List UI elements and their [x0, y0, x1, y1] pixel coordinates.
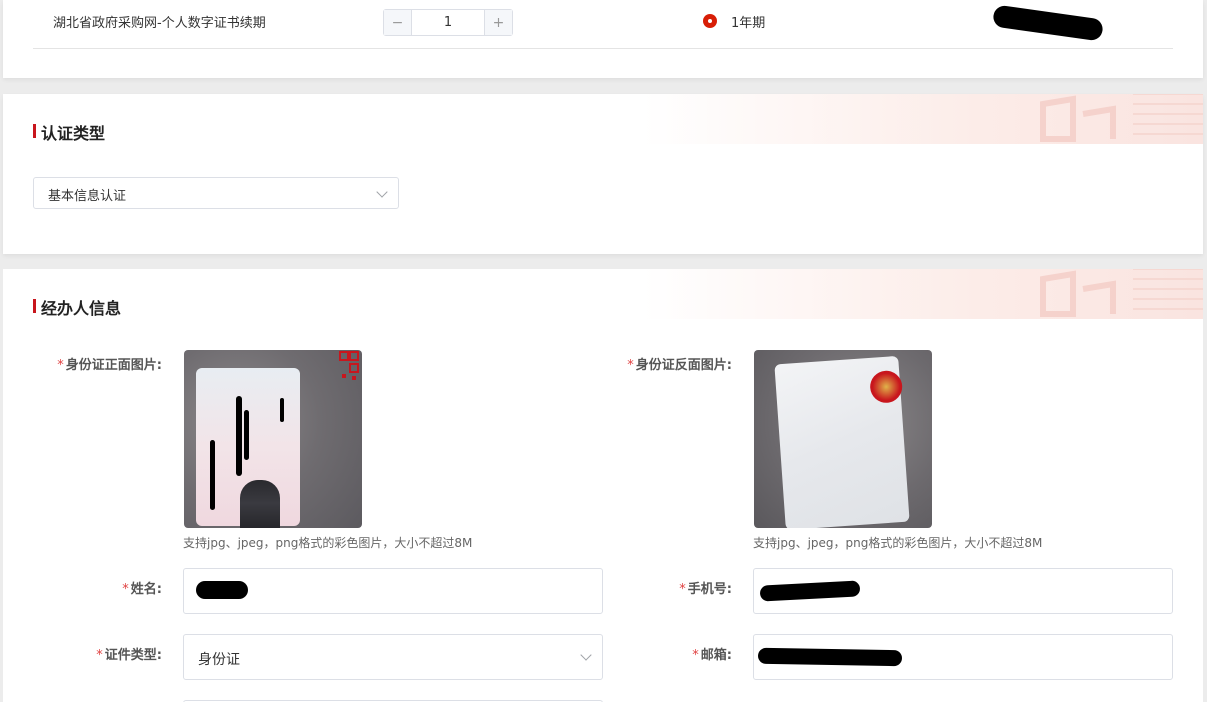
portrait — [240, 480, 280, 528]
product-name: 湖北省政府采购网-个人数字证书续期 — [53, 16, 266, 31]
divider — [33, 48, 1173, 49]
id-card-back-image — [774, 355, 910, 528]
section-accent-bar — [33, 124, 36, 138]
section-header: 经办人信息 — [3, 269, 1203, 319]
order-summary-card: 湖北省政府采购网-个人数字证书续期 − 1 + 1年期 — [3, 0, 1203, 78]
phone-redaction — [759, 580, 861, 602]
auth-type-value: 基本信息认证 — [48, 189, 127, 204]
id-back-label: * 身份证反面图片: — [627, 358, 732, 373]
email-label: * 邮箱: — [692, 648, 732, 663]
id-type-label: * 证件类型: — [96, 648, 162, 663]
id-type-select[interactable]: 身份证 — [183, 634, 603, 680]
phone-label: * 手机号: — [679, 582, 732, 597]
redaction — [280, 398, 284, 422]
upload-hint: 支持jpg、jpeg，png格式的彩色图片，大小不超过8M — [753, 536, 1043, 550]
decrement-button[interactable]: − — [384, 10, 412, 35]
header-pattern-icon — [1040, 269, 1203, 317]
redaction — [244, 410, 249, 460]
section-header: 认证类型 — [3, 94, 1203, 144]
id-front-label: * 身份证正面图片: — [57, 358, 162, 373]
name-field[interactable] — [183, 568, 603, 614]
auth-type-card: 认证类型 基本信息认证 — [3, 94, 1203, 254]
header-decoration — [643, 94, 1203, 144]
redaction — [210, 440, 215, 510]
email-field[interactable] — [753, 634, 1173, 680]
section-accent-bar — [33, 299, 36, 313]
increment-button[interactable]: + — [484, 10, 512, 35]
redaction — [236, 396, 242, 476]
phone-field[interactable] — [753, 568, 1173, 614]
qr-code-icon — [339, 351, 359, 380]
id-back-upload[interactable] — [754, 350, 932, 528]
section-title: 经办人信息 — [41, 299, 122, 318]
name-label: * 姓名: — [122, 582, 162, 597]
auth-type-select[interactable]: 基本信息认证 — [33, 177, 399, 209]
period-label[interactable]: 1年期 — [731, 12, 765, 31]
quantity-value[interactable]: 1 — [412, 10, 484, 35]
price-redaction — [992, 4, 1104, 42]
chevron-down-icon — [376, 186, 388, 198]
section-title: 认证类型 — [41, 124, 106, 143]
id-type-value: 身份证 — [198, 652, 240, 668]
header-decoration — [643, 269, 1203, 319]
chevron-down-icon — [580, 649, 592, 661]
name-redaction — [196, 581, 248, 599]
upload-hint: 支持jpg、jpeg，png格式的彩色图片，大小不超过8M — [183, 536, 473, 550]
quantity-stepper[interactable]: − 1 + — [383, 9, 513, 36]
header-pattern-icon — [1040, 94, 1203, 142]
national-emblem-icon — [869, 369, 904, 404]
period-radio[interactable] — [703, 14, 717, 28]
email-redaction — [757, 647, 903, 667]
